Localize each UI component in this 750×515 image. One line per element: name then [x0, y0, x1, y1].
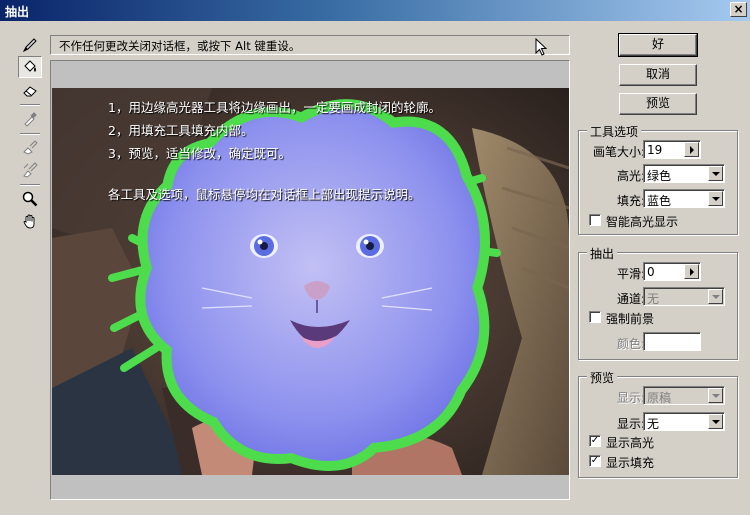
show-mode-value: 无: [647, 417, 660, 431]
extraction-group: 抽出 平滑: 0 通道: 无 强制前景 颜色:: [578, 245, 739, 360]
smooth-label: 平滑:: [616, 267, 645, 281]
channel-value: 无: [647, 292, 660, 306]
ok-button[interactable]: 好: [618, 33, 698, 57]
channel-row: 通道: 无: [579, 287, 739, 307]
show-row-2: 显示: 无: [579, 412, 739, 432]
edge-highlighter-icon[interactable]: [18, 34, 42, 56]
color-label: 颜色:: [616, 337, 645, 351]
preview-button[interactable]: 预览: [619, 93, 697, 115]
highlight-row: 高光: 绿色: [579, 164, 739, 184]
window-title: 抽出: [5, 5, 30, 19]
group-title: 抽出: [587, 245, 618, 262]
checkmark-icon[interactable]: ✓: [589, 455, 601, 467]
fill-row: 填充: 蓝色: [579, 189, 739, 209]
preview-frame: 1，用边缘高光器工具将边缘画出，一定要画成封闭的轮廓。 2，用填充工具填充内部。…: [50, 60, 570, 500]
group-title: 工具选项: [587, 123, 642, 140]
smooth-value: 0: [647, 265, 655, 279]
smooth-field[interactable]: 0: [643, 262, 701, 281]
highlight-select[interactable]: 绿色: [643, 164, 725, 183]
show-label: 显示:: [616, 391, 645, 405]
hint-text: 不作任何更改关闭对话框，或按下 Alt 键重设。: [59, 39, 301, 53]
group-title: 预览: [587, 369, 618, 386]
chevron-down-icon: [708, 388, 723, 403]
show-source-select[interactable]: 原稿: [643, 386, 725, 405]
tool-palette: [14, 34, 48, 234]
show-source-value: 原稿: [647, 391, 672, 405]
edge-touchup-icon[interactable]: [18, 159, 42, 181]
cancel-button[interactable]: 取消: [619, 64, 697, 86]
hint-bar: 不作任何更改关闭对话框，或按下 Alt 键重设。: [50, 35, 570, 55]
show-fill-label: 显示填充: [606, 456, 655, 470]
tool-options-group: 工具选项 画笔大小: 19 高光: 绿色 填充: 蓝色 智能高光显示: [578, 123, 739, 235]
show-label: 显示:: [616, 417, 645, 431]
image-canvas[interactable]: 1，用边缘高光器工具将边缘画出，一定要画成封闭的轮廓。 2，用填充工具填充内部。…: [52, 88, 569, 475]
show-mode-select[interactable]: 无: [643, 412, 725, 431]
hand-icon[interactable]: [18, 210, 42, 232]
chevron-down-icon[interactable]: [708, 166, 723, 181]
slider-arrow-icon[interactable]: [684, 264, 699, 279]
highlight-label: 高光:: [616, 169, 645, 183]
smart-highlight-label: 智能高光显示: [606, 215, 679, 229]
chevron-down-icon[interactable]: [708, 191, 723, 206]
eyedropper-icon[interactable]: [18, 108, 42, 130]
instruction-line: 2，用填充工具填充内部。: [108, 123, 254, 138]
zoom-icon[interactable]: [18, 188, 42, 210]
color-row: 颜色:: [579, 332, 739, 352]
fill-select[interactable]: 蓝色: [643, 189, 725, 208]
fill-label: 填充:: [616, 194, 645, 208]
brush-size-label: 画笔大小:: [592, 145, 645, 159]
fill-value: 蓝色: [647, 194, 672, 208]
highlight-value: 绿色: [647, 169, 672, 183]
brush-size-value: 19: [647, 143, 663, 157]
title-bar: 抽出 ×: [0, 0, 750, 21]
instruction-line: 各工具及选项，鼠标悬停均在对话框上部出现提示说明。: [108, 187, 421, 202]
eraser-icon[interactable]: [18, 79, 42, 101]
checkbox-box[interactable]: [589, 214, 601, 226]
tool-separator: [20, 184, 40, 186]
instructions-overlay: 1，用边缘高光器工具将边缘画出，一定要画成封闭的轮廓。 2，用填充工具填充内部。…: [108, 96, 441, 206]
smooth-row: 平滑: 0: [579, 262, 739, 282]
chevron-down-icon[interactable]: [708, 414, 723, 429]
slider-arrow-icon[interactable]: [684, 142, 699, 157]
instruction-line: 3，预览，适当修改，确定既可。: [108, 146, 291, 161]
cleanup-tool-icon[interactable]: [18, 137, 42, 159]
fill-bucket-icon[interactable]: [18, 56, 42, 78]
close-button[interactable]: ×: [730, 2, 747, 17]
channel-label: 通道:: [616, 292, 645, 306]
show-row-1: 显示: 原稿: [579, 386, 739, 406]
brush-size-field[interactable]: 19: [643, 140, 701, 159]
mouse-cursor-icon: [535, 38, 548, 56]
tool-separator: [20, 104, 40, 106]
checkmark-icon[interactable]: ✓: [589, 435, 601, 447]
show-highlight-label: 显示高光: [606, 436, 655, 450]
checkbox-box[interactable]: [589, 311, 601, 323]
channel-select[interactable]: 无: [643, 287, 725, 306]
preview-group: 预览 显示: 原稿 显示: 无 ✓ 显示高光 ✓ 显示填充: [578, 369, 739, 478]
instruction-line: 1，用边缘高光器工具将边缘画出，一定要画成封闭的轮廓。: [108, 100, 441, 115]
force-foreground-label: 强制前景: [606, 312, 655, 326]
brush-size-row: 画笔大小: 19: [579, 140, 739, 160]
color-swatch[interactable]: [643, 332, 701, 351]
tool-separator: [20, 133, 40, 135]
chevron-down-icon: [708, 289, 723, 304]
